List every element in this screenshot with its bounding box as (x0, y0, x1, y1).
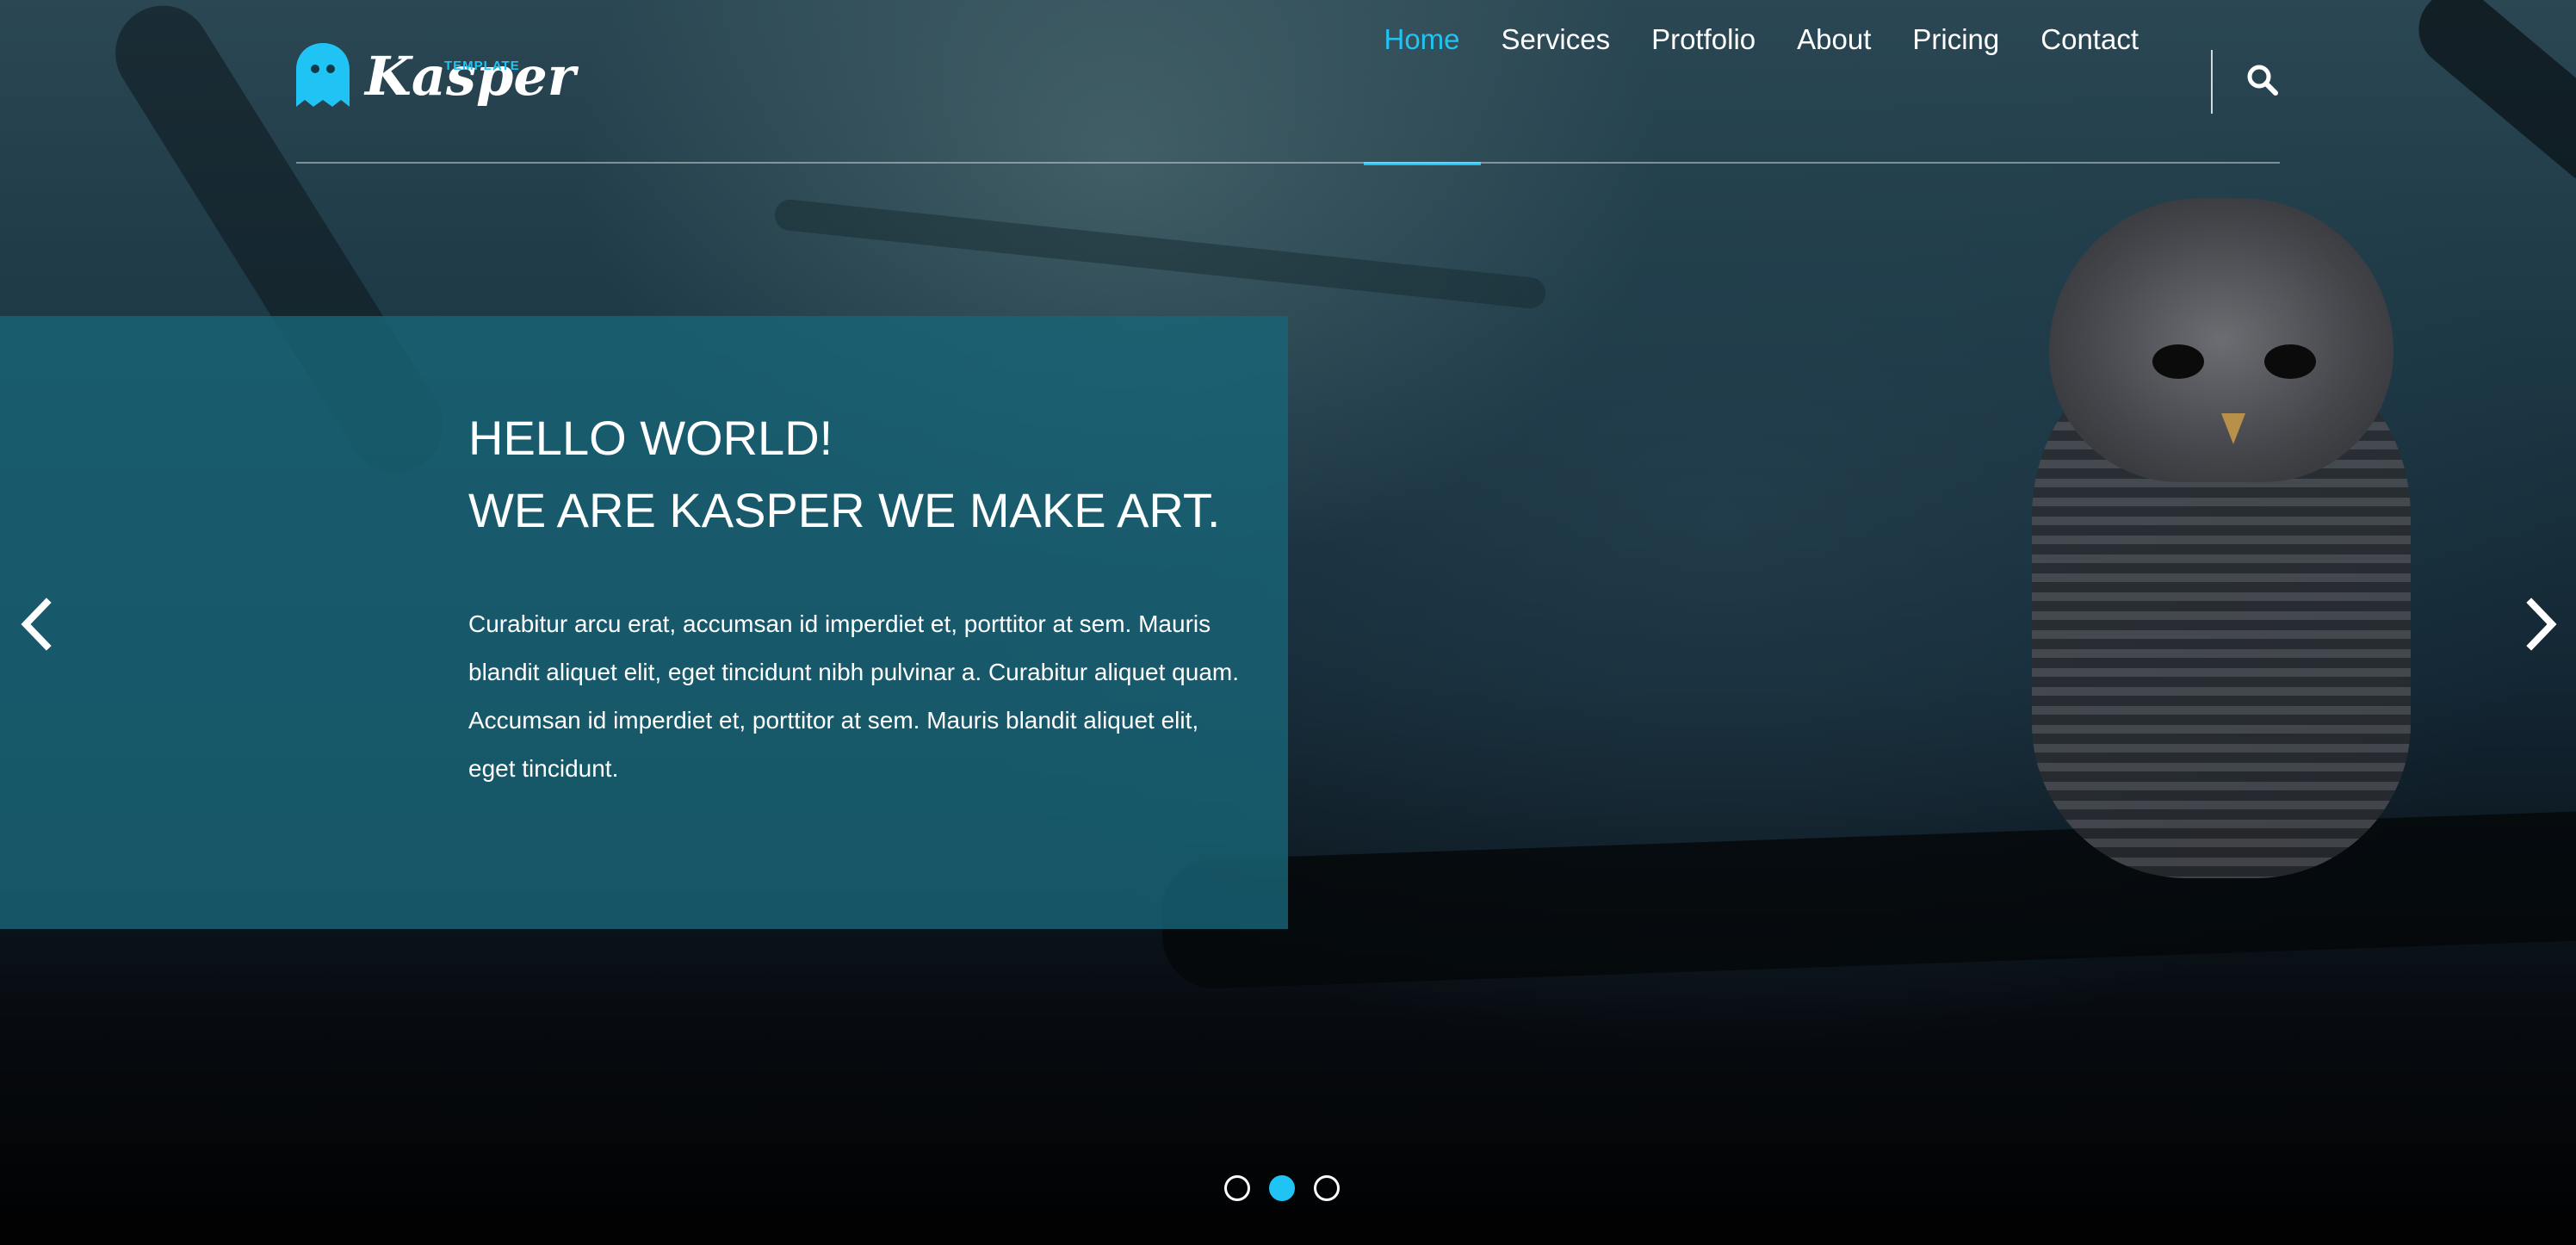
nav-item-label: Home (1384, 23, 1460, 55)
slide-title: HELLO WORLD! WE ARE KASPER WE MAKE ART. (468, 402, 1243, 547)
main-nav: Home Services Protfolio About Pricing Contact (1363, 0, 2160, 165)
nav-item-label: About (1797, 23, 1872, 55)
logo-tagline: TEMPLATE (444, 59, 520, 73)
search-icon (2247, 65, 2278, 96)
chevron-left-icon (21, 598, 52, 651)
header-divider (296, 162, 2280, 164)
logo[interactable]: Kasper TEMPLATE (296, 41, 575, 119)
slider-bullet-1[interactable] (1224, 1175, 1250, 1201)
nav-item-services[interactable]: Services (1481, 0, 1632, 164)
slide-title-line-1: HELLO WORLD! (468, 411, 833, 465)
nav-item-label: Services (1501, 23, 1611, 55)
nav-item-label: Protfolio (1651, 23, 1756, 55)
search-button[interactable] (2245, 63, 2280, 97)
slide-description: Curabitur arcu erat, accumsan id imperdi… (468, 610, 1240, 782)
slide-caption: HELLO WORLD! WE ARE KASPER WE MAKE ART. … (0, 316, 1288, 929)
background-branch (773, 198, 1547, 310)
nav-item-protfolio[interactable]: Protfolio (1631, 0, 1776, 164)
background-branch (2403, 0, 2576, 201)
nav-item-home[interactable]: Home (1363, 0, 1481, 165)
nav-item-label: Contact (2040, 23, 2139, 55)
ghost-icon (296, 43, 350, 107)
hero-slider: Kasper TEMPLATE Home Services Protfolio Abo… (0, 0, 2576, 1245)
owl-image (2015, 198, 2428, 878)
slider-bullet-3[interactable] (1314, 1175, 1340, 1201)
prev-slide-button[interactable] (15, 594, 59, 654)
next-slide-button[interactable] (2519, 594, 2562, 654)
slider-bullets (1224, 1175, 1340, 1201)
nav-divider (2211, 50, 2213, 114)
nav-item-contact[interactable]: Contact (2020, 0, 2159, 164)
nav-item-about[interactable]: About (1776, 0, 1892, 164)
chevron-right-icon (2526, 598, 2557, 651)
nav-item-pricing[interactable]: Pricing (1892, 0, 2020, 164)
slide-title-line-2: WE ARE KASPER WE MAKE ART. (468, 483, 1221, 537)
slider-bullet-2[interactable] (1269, 1175, 1295, 1201)
nav-item-label: Pricing (1912, 23, 2000, 55)
site-header: Kasper TEMPLATE Home Services Protfolio Abo… (296, 0, 2280, 165)
